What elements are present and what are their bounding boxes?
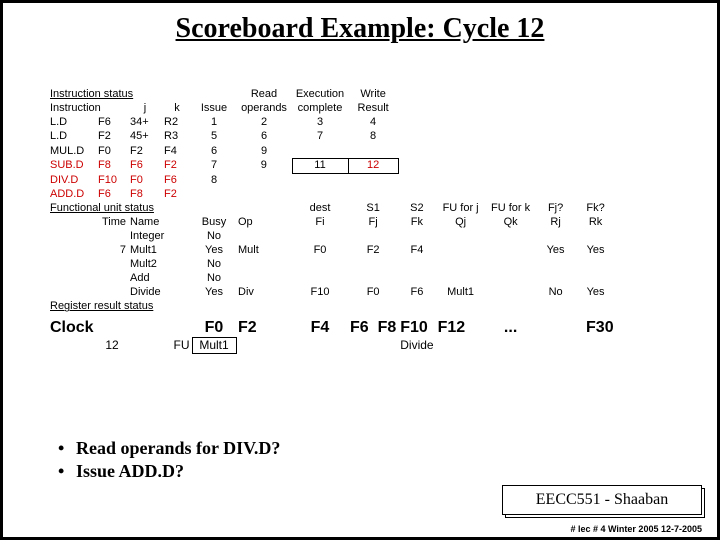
col-instruction: Instruction [48, 102, 128, 116]
fu-label: FU [162, 338, 192, 353]
col-rk: Rk [576, 216, 616, 230]
reg-label: F12 [436, 314, 486, 338]
col-name: Name [128, 216, 192, 230]
col-fk: Fk [398, 216, 435, 230]
col-s1: S1 [348, 202, 398, 216]
clock-label: Clock [48, 314, 128, 338]
reg-label: F0 [192, 314, 236, 338]
col-complete: complete [292, 102, 348, 116]
col-fi: Fi [292, 216, 348, 230]
instr-row: MUL.DF0F2F4 69 [48, 144, 616, 159]
col-exec: Execution [292, 88, 348, 102]
col-k: k [162, 102, 192, 116]
col-fuk: FU for k [486, 202, 536, 216]
footer-text: # lec # 4 Winter 2005 12-7-2005 [570, 524, 702, 534]
col-qj: Qj [436, 216, 486, 230]
fu-row: 7Mult1Yes MultF0F2F4YesYes [48, 244, 616, 258]
col-operands: operands [236, 102, 292, 116]
reg-label: ... [486, 314, 536, 338]
bullet-list: •Read operands for DIV.D? •Issue ADD.D? [58, 438, 280, 484]
col-time: Time [96, 216, 128, 230]
page-title: Scoreboard Example: Cycle 12 [3, 13, 717, 45]
col-result: Result [348, 102, 398, 116]
col-issue: Issue [192, 102, 236, 116]
scoreboard-tables: Instruction status Read Execution Write … [48, 88, 616, 354]
instr-row: L.DF245+R3 5678 [48, 130, 616, 144]
fu-row: DivideYes DivF10F0F6Mult1NoYes [48, 286, 616, 300]
course-box: EECC551 - Shaaban [502, 485, 702, 515]
fu-row: Mult2No [48, 258, 616, 272]
bullet-item: •Read operands for DIV.D? [58, 438, 280, 459]
col-j: j [128, 102, 162, 116]
col-fj: Fj [348, 216, 398, 230]
reg-label: F30 [536, 314, 616, 338]
reg-value: Divide [398, 338, 435, 353]
col-s2: S2 [398, 202, 435, 216]
col-qk: Qk [486, 216, 536, 230]
fu-row: AddNo [48, 272, 616, 286]
col-fuj: FU for j [436, 202, 486, 216]
reg-value: Mult1 [192, 338, 236, 353]
fu-row: IntegerNo [48, 230, 616, 244]
instr-status-header: Instruction status [48, 88, 192, 102]
col-busy: Busy [192, 216, 236, 230]
reg-label: F2 [236, 314, 292, 338]
col-fjq: Fj? [536, 202, 576, 216]
col-op: Op [236, 216, 292, 230]
clock-value: 12 [96, 338, 128, 353]
reg-result-header: Register result status [48, 300, 192, 314]
instr-row: DIV.DF10F0F6 8 [48, 174, 616, 189]
col-dest: dest [292, 202, 348, 216]
instr-row: SUB.DF8F6F2 791112 [48, 159, 616, 174]
col-read: Read [236, 88, 292, 102]
reg-label: F6 F8 [348, 314, 398, 338]
instr-row: ADD.DF6F8F2 [48, 188, 616, 202]
col-rj: Rj [536, 216, 576, 230]
instr-row: L.DF634+R2 1234 [48, 116, 616, 130]
reg-label: F4 [292, 314, 348, 338]
reg-label: F10 [398, 314, 435, 338]
bullet-item: •Issue ADD.D? [58, 461, 280, 482]
col-fkq: Fk? [576, 202, 616, 216]
col-write: Write [348, 88, 398, 102]
fu-status-header: Functional unit status [48, 202, 192, 216]
